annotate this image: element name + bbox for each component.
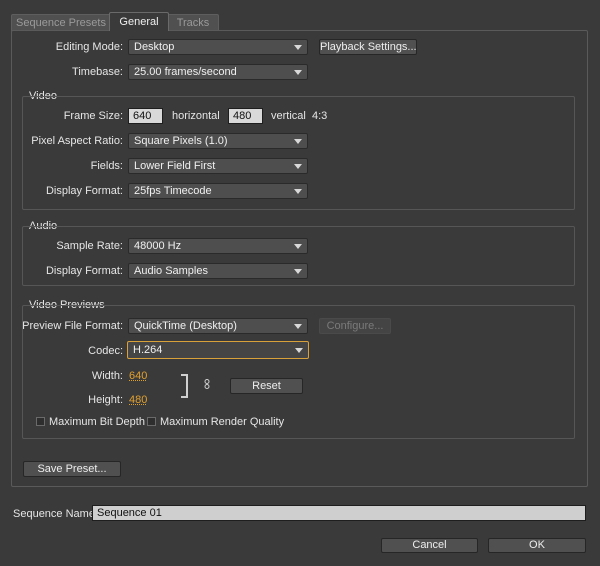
chevron-down-icon: [294, 164, 302, 169]
max-bit-depth-label: Maximum Bit Depth: [49, 416, 145, 428]
sample-rate-dropdown[interactable]: 48000 Hz: [128, 238, 308, 254]
pixel-aspect-ratio-label: Pixel Aspect Ratio:: [31, 135, 123, 147]
frame-width-field[interactable]: 640: [128, 108, 163, 124]
chevron-down-icon: [295, 348, 303, 353]
editing-mode-dropdown[interactable]: Desktop: [128, 39, 308, 55]
tab-sequence-presets[interactable]: Sequence Presets: [11, 14, 111, 31]
configure-button[interactable]: Configure...: [319, 318, 391, 334]
link-bracket-icon: [181, 374, 188, 398]
chevron-down-icon: [294, 324, 302, 329]
tab-general[interactable]: General: [109, 12, 169, 31]
sequence-name-input[interactable]: Sequence 01: [92, 505, 586, 521]
ok-button[interactable]: OK: [488, 538, 586, 553]
preview-height-value[interactable]: 480: [129, 394, 147, 406]
sample-rate-value: 48000 Hz: [134, 240, 182, 252]
tab-tracks[interactable]: Tracks: [167, 14, 219, 31]
preview-file-format-label: Preview File Format:: [22, 320, 123, 332]
codec-dropdown[interactable]: H.264: [127, 341, 309, 359]
chevron-down-icon: [294, 139, 302, 144]
video-display-format-dropdown[interactable]: 25fps Timecode: [128, 183, 308, 199]
audio-display-format-value: Audio Samples: [134, 265, 208, 277]
codec-value: H.264: [133, 344, 163, 356]
preview-width-value[interactable]: 640: [129, 370, 147, 382]
sequence-name-label: Sequence Name:: [13, 508, 98, 520]
max-render-quality-checkbox[interactable]: [147, 417, 156, 426]
max-render-quality-label: Maximum Render Quality: [160, 416, 285, 428]
fields-value: Lower Field First: [134, 160, 216, 172]
max-bit-depth-checkbox[interactable]: [36, 417, 45, 426]
pixel-aspect-ratio-value: Square Pixels (1.0): [134, 135, 228, 147]
vertical-label: vertical: [271, 110, 306, 122]
reset-button[interactable]: Reset: [230, 378, 303, 394]
video-display-format-label: Display Format:: [45, 185, 123, 197]
timebase-value: 25.00 frames/second: [134, 66, 237, 78]
save-preset-button[interactable]: Save Preset...: [23, 461, 121, 477]
sample-rate-label: Sample Rate:: [56, 240, 123, 252]
editing-mode-label: Editing Mode:: [55, 41, 123, 53]
fields-dropdown[interactable]: Lower Field First: [128, 158, 308, 174]
audio-display-format-dropdown[interactable]: Audio Samples: [128, 263, 308, 279]
frame-height-field[interactable]: 480: [228, 108, 263, 124]
video-display-format-value: 25fps Timecode: [134, 185, 212, 197]
aspect-ratio-text: 4:3: [312, 110, 328, 122]
fields-label: Fields:: [90, 160, 123, 172]
chain-link-icon[interactable]: [204, 379, 210, 389]
preview-height-label: Height:: [88, 394, 123, 406]
chevron-down-icon: [294, 269, 302, 274]
audio-display-format-label: Display Format:: [45, 265, 123, 277]
preview-file-format-dropdown[interactable]: QuickTime (Desktop): [128, 318, 308, 334]
preview-width-label: Width:: [91, 370, 123, 382]
horizontal-label: horizontal: [172, 110, 220, 122]
preview-file-format-value: QuickTime (Desktop): [134, 320, 237, 332]
chevron-down-icon: [294, 189, 302, 194]
editing-mode-value: Desktop: [134, 41, 175, 53]
chevron-down-icon: [294, 244, 302, 249]
cancel-button[interactable]: Cancel: [381, 538, 478, 553]
playback-settings-button[interactable]: Playback Settings...: [319, 39, 417, 55]
chevron-down-icon: [294, 45, 302, 50]
frame-size-label: Frame Size:: [63, 110, 123, 122]
pixel-aspect-ratio-dropdown[interactable]: Square Pixels (1.0): [128, 133, 308, 149]
timebase-dropdown[interactable]: 25.00 frames/second: [128, 64, 308, 80]
timebase-label: Timebase:: [72, 66, 123, 78]
chevron-down-icon: [294, 70, 302, 75]
codec-label: Codec:: [88, 345, 123, 357]
